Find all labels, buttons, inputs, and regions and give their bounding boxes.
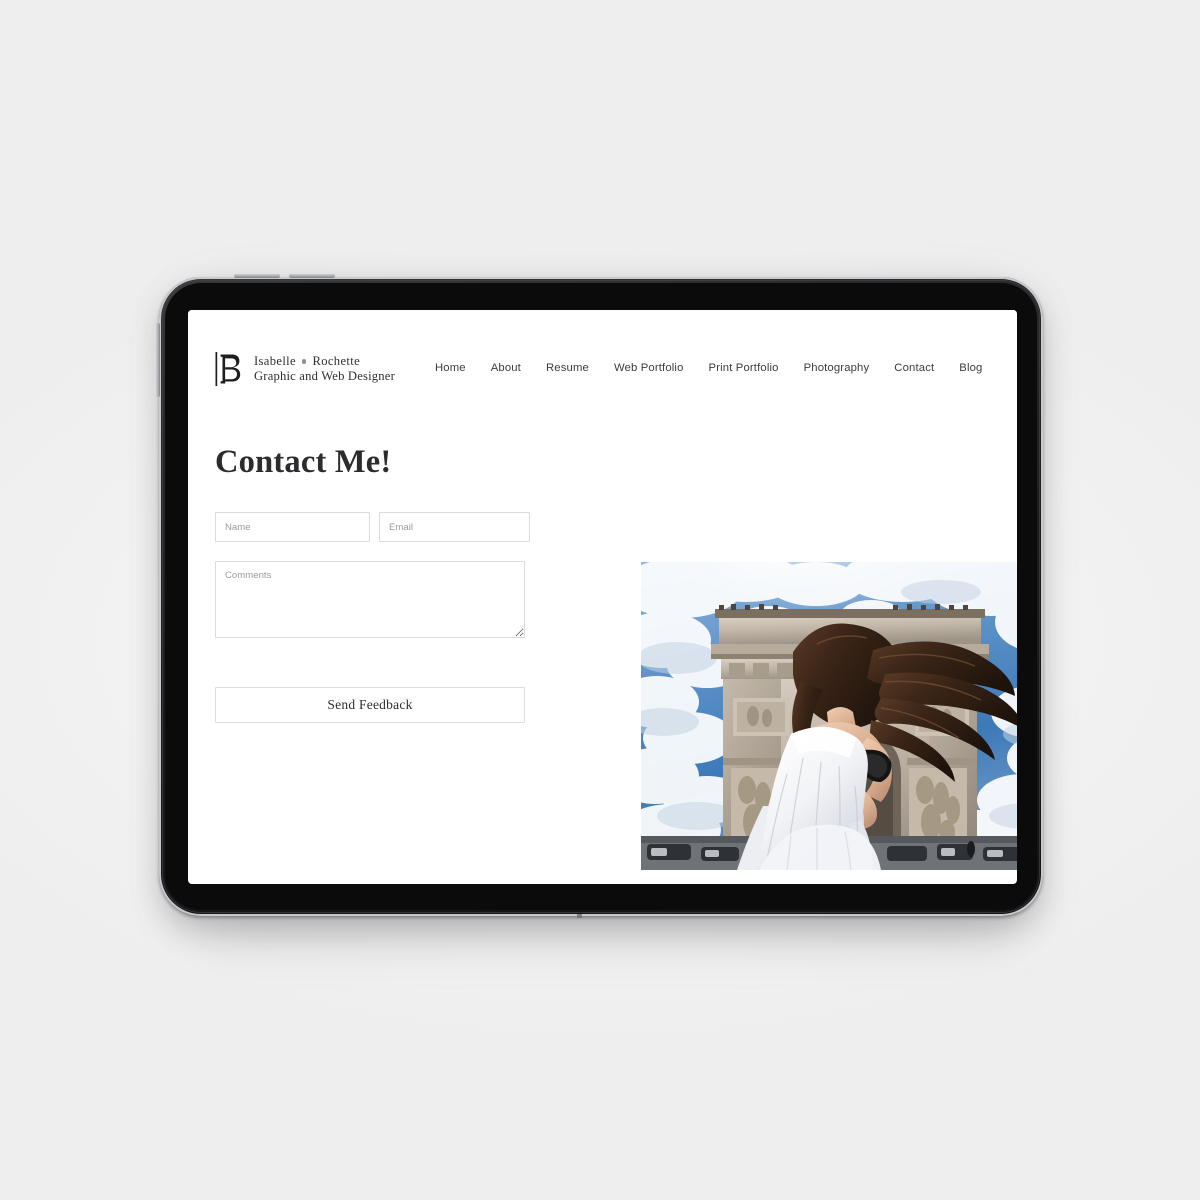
brand-name-line: Isabelle Rochette <box>254 354 395 369</box>
nav-item-blog[interactable]: Blog <box>947 358 995 378</box>
nav-item-print-portfolio[interactable]: Print Portfolio <box>696 358 791 378</box>
power-button[interactable] <box>156 323 160 397</box>
page-content: Contact Me! Send Feedback <box>188 422 1017 884</box>
brand-first-name: Isabelle <box>254 354 296 368</box>
brand-logo[interactable]: Isabelle Rochette Graphic and Web Design… <box>215 351 395 387</box>
name-email-row <box>215 512 530 542</box>
hero-photo-illustration <box>641 562 1017 870</box>
name-input[interactable] <box>215 512 370 542</box>
brand-last-name: Rochette <box>312 354 361 368</box>
volume-down-button[interactable] <box>289 274 335 278</box>
hero-photograph <box>641 562 1017 870</box>
nav-item-web-portfolio[interactable]: Web Portfolio <box>601 358 696 378</box>
site-header: Isabelle Rochette Graphic and Web Design… <box>188 310 1017 422</box>
nav-item-resume[interactable]: Resume <box>533 358 601 378</box>
brand-text-block: Isabelle Rochette Graphic and Web Design… <box>254 354 395 384</box>
email-input[interactable] <box>379 512 530 542</box>
device-bottom-antenna-line <box>577 914 582 918</box>
tablet-screen: Isabelle Rochette Graphic and Web Design… <box>188 310 1017 884</box>
page-title: Contact Me! <box>215 444 392 480</box>
volume-up-button[interactable] <box>234 274 280 278</box>
bullet-dot-icon <box>301 359 307 364</box>
comments-textarea[interactable] <box>215 561 525 638</box>
nav-item-home[interactable]: Home <box>422 358 478 378</box>
monogram-ir-logo-icon <box>215 352 241 386</box>
main-navigation: Home About Resume Web Portfolio Print Po… <box>422 358 995 378</box>
nav-item-photography[interactable]: Photography <box>791 358 882 378</box>
contact-form: Send Feedback <box>215 512 530 723</box>
nav-item-about[interactable]: About <box>478 358 533 378</box>
brand-tagline: Graphic and Web Designer <box>254 369 395 383</box>
send-feedback-button[interactable]: Send Feedback <box>215 687 525 723</box>
nav-item-contact[interactable]: Contact <box>882 358 947 378</box>
